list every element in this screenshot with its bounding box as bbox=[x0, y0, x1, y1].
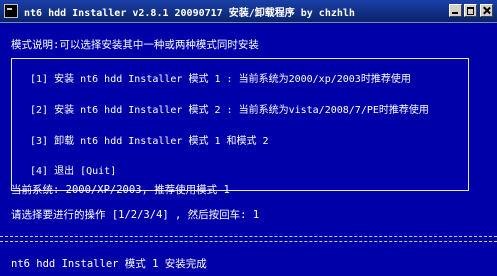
mode-description: 模式说明:可以选择安装其中一种或两种模式同时安装 bbox=[11, 39, 259, 51]
console-output: 模式说明:可以选择安装其中一种或两种模式同时安装 [1] 安装 nt6 hdd … bbox=[0, 23, 497, 276]
console-app-icon[interactable] bbox=[4, 4, 18, 18]
title-bar[interactable]: nt6 hdd Installer v2.8.1 20090717 安装/卸载程… bbox=[0, 0, 497, 23]
maximize-button[interactable] bbox=[464, 4, 477, 17]
menu-item-install-mode-2: [2] 安装 nt6 hdd Installer 模式 2 : 当前系统为vis… bbox=[30, 105, 429, 116]
menu-item-install-mode-1: [1] 安装 nt6 hdd Installer 模式 1 : 当前系统为200… bbox=[30, 74, 411, 85]
install-status: nt6 hdd Installer 模式 1 安装完成 bbox=[11, 258, 207, 270]
close-button[interactable] bbox=[480, 4, 493, 17]
window-title: nt6 hdd Installer v2.8.1 20090717 安装/卸载程… bbox=[24, 8, 355, 19]
current-system-line: 当前系统: 2000/XP/2003, 推荐使用模式 1 bbox=[11, 184, 230, 196]
separator-line bbox=[0, 236, 497, 242]
console-window: nt6 hdd Installer v2.8.1 20090717 安装/卸载程… bbox=[0, 0, 497, 276]
minimize-button[interactable] bbox=[449, 4, 462, 17]
input-prompt[interactable]: 请选择要进行的操作 [1/2/3/4] , 然后按回车: 1 bbox=[11, 208, 259, 222]
menu-box: [1] 安装 nt6 hdd Installer 模式 1 : 当前系统为200… bbox=[11, 58, 469, 191]
menu-item-quit: [4] 退出 [Quit] bbox=[30, 166, 117, 177]
menu-item-uninstall: [3] 卸载 nt6 hdd Installer 模式 1 和模式 2 bbox=[30, 136, 269, 147]
